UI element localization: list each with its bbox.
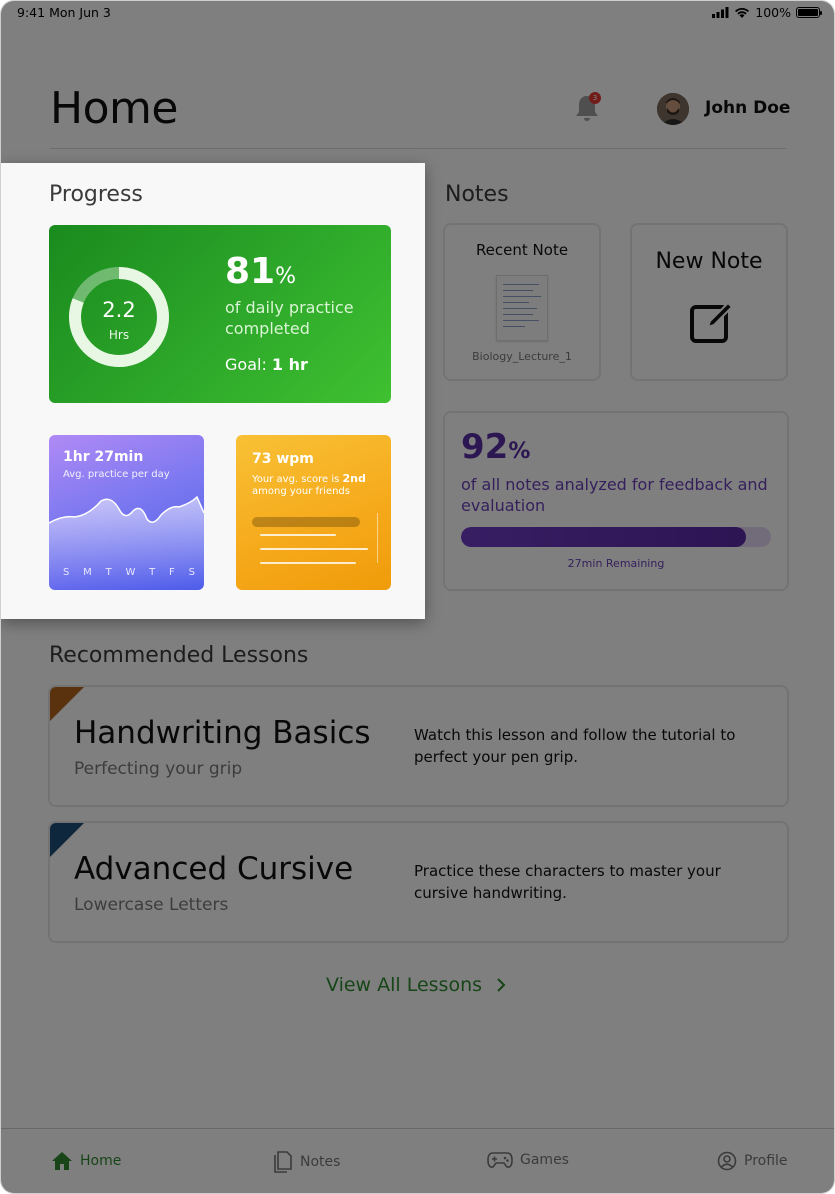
weekday-labels: S M T W T F S (63, 567, 195, 578)
goal-value: 1 hr (271, 355, 308, 374)
daily-practice-card[interactable]: 2.2 Hrs 81% of daily practice completed … (49, 225, 391, 403)
weekday-label: W (125, 567, 136, 578)
typing-speed-subtitle: Your avg. score is 2nd among your friend… (252, 473, 382, 498)
daily-percent-sign: % (275, 264, 297, 289)
practice-hours-unit: Hrs (108, 328, 130, 342)
typing-speed-card[interactable]: 73 wpm Your avg. score is 2nd among your… (236, 435, 391, 590)
progress-panel: Progress 2.2 Hrs 81% of daily practice c… (1, 163, 425, 619)
avg-practice-card[interactable]: 1hr 27min Avg. practice per day S M T W … (49, 435, 204, 590)
weekday-label: M (83, 567, 92, 578)
speed-line (260, 548, 368, 550)
weekday-label: F (169, 567, 175, 578)
daily-goal: Goal: 1 hr (225, 355, 308, 374)
speed-highlight-bar (252, 517, 360, 527)
weekday-label: T (149, 567, 156, 578)
goal-label: Goal: (225, 355, 267, 374)
avg-practice-title: 1hr 27min (63, 449, 144, 465)
daily-percent-value: 81 (225, 251, 276, 292)
typing-speed-title: 73 wpm (252, 451, 314, 467)
weekday-label: S (188, 567, 195, 578)
speed-subtitle-suffix: among your friends (252, 486, 350, 497)
daily-percent-description: of daily practice completed (225, 298, 354, 338)
device-screen: 9:41 Mon Jun 3 100% Home 3 (0, 0, 835, 1194)
avg-practice-subtitle: Avg. practice per day (63, 469, 170, 480)
progress-title: Progress (49, 182, 143, 207)
weekday-label: S (63, 567, 70, 578)
speed-line (260, 562, 356, 564)
daily-percent: 81% (225, 251, 296, 292)
speed-rank: 2nd (342, 472, 366, 485)
practice-hours-value: 2.2 (102, 298, 136, 322)
speed-subtitle-prefix: Your avg. score is (252, 474, 340, 485)
weekday-label: T (105, 567, 112, 578)
speed-divider (377, 513, 378, 563)
speed-line (260, 534, 336, 536)
